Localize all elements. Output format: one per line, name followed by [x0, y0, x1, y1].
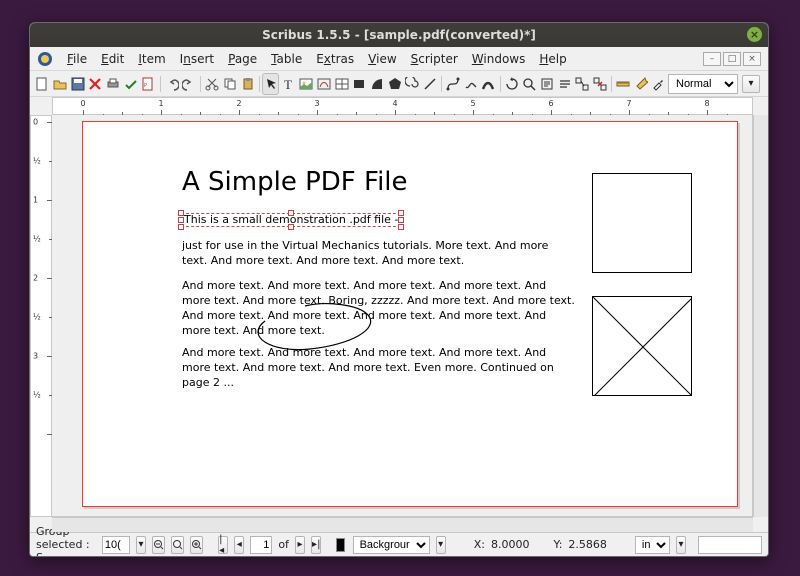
ruler-vertical[interactable]: 0½1½2½3½	[30, 115, 52, 517]
copy-button[interactable]	[222, 73, 239, 95]
polygon-tool[interactable]	[386, 73, 403, 95]
menu-page[interactable]: Page	[222, 49, 263, 69]
app-window: Scribus 1.5.5 - [sample.pdf(converted)*]…	[29, 22, 769, 557]
ruler-horizontal[interactable]: 012345678	[52, 97, 753, 115]
zoom-out-button[interactable]	[152, 536, 165, 554]
menu-file[interactable]: File	[61, 49, 93, 69]
menu-scripter[interactable]: Scripter	[405, 49, 464, 69]
print-button[interactable]	[105, 73, 122, 95]
scrollbar-vertical[interactable]	[753, 115, 768, 517]
window-title: Scribus 1.5.5 - [sample.pdf(converted)*]	[262, 28, 536, 42]
svg-text:T: T	[284, 77, 292, 91]
story-editor-tool[interactable]	[556, 73, 573, 95]
link-frames-tool[interactable]	[574, 73, 591, 95]
canvas[interactable]: A Simple PDF File This is a small demons…	[52, 115, 753, 517]
selected-text-frame[interactable]: This is a small demonstration .pdf file …	[181, 213, 401, 227]
rotate-tool[interactable]	[503, 73, 520, 95]
zoom-in-button[interactable]	[190, 536, 203, 554]
menu-help[interactable]: Help	[533, 49, 572, 69]
view-mode-dropdown[interactable]: ▾	[742, 75, 760, 93]
unit-select[interactable]: in	[635, 536, 670, 554]
open-button[interactable]	[52, 73, 69, 95]
doc-p2[interactable]: just for use in the Virtual Mechanics tu…	[182, 239, 577, 269]
status-y-label: Y:	[553, 538, 562, 551]
statusbar: Group selected : S ▾ |◂ ◂ of ▸ ▸| Backgr…	[30, 532, 768, 556]
doc-p4[interactable]: And more text. And more text. And more t…	[182, 346, 577, 391]
page-next-button[interactable]: ▸	[295, 536, 305, 554]
page[interactable]: A Simple PDF File This is a small demons…	[82, 121, 738, 507]
measure-tool[interactable]	[615, 73, 632, 95]
menubar: File Edit Item Insert Page Table Extras …	[30, 47, 768, 71]
content-area: 012345678 0½1½2½3½ A Simple PDF File Thi…	[30, 97, 768, 532]
view-mode-select[interactable]: Normal	[668, 74, 738, 94]
zoom-tool[interactable]	[521, 73, 538, 95]
menu-insert[interactable]: Insert	[174, 49, 220, 69]
select-tool[interactable]	[262, 73, 279, 95]
menu-extras[interactable]: Extras	[310, 49, 360, 69]
layer-select[interactable]: Backgrour	[353, 536, 430, 554]
mdi-minimize-button[interactable]: –	[703, 52, 721, 66]
page-prev-button[interactable]: ◂	[234, 536, 244, 554]
text-frame-tool[interactable]: T	[280, 73, 297, 95]
page-of-label: of	[278, 538, 289, 551]
cut-button[interactable]	[204, 73, 221, 95]
image-frame-empty[interactable]	[592, 296, 692, 396]
undo-button[interactable]	[163, 73, 180, 95]
shape-rectangle[interactable]	[592, 173, 692, 273]
window-close-button[interactable]: ×	[747, 27, 762, 42]
preflight-button[interactable]	[122, 73, 139, 95]
menu-item[interactable]: Item	[132, 49, 171, 69]
page-current-field[interactable]	[250, 536, 272, 554]
layer-swatch	[336, 538, 344, 552]
freehand-annotation[interactable]	[250, 301, 380, 351]
line-tool[interactable]	[422, 73, 439, 95]
status-x-label: X:	[474, 538, 485, 551]
unlink-frames-tool[interactable]	[592, 73, 609, 95]
export-pdf-button[interactable]: P	[140, 73, 157, 95]
paste-button[interactable]	[239, 73, 256, 95]
close-button[interactable]	[87, 73, 104, 95]
calligraphic-tool[interactable]	[480, 73, 497, 95]
svg-text:P: P	[144, 83, 147, 89]
save-button[interactable]	[69, 73, 86, 95]
shape-tool[interactable]	[351, 73, 368, 95]
render-frame-tool[interactable]	[316, 73, 333, 95]
titlebar: Scribus 1.5.5 - [sample.pdf(converted)*]…	[30, 23, 768, 47]
page-first-button[interactable]: |◂	[218, 536, 228, 554]
redo-button[interactable]	[181, 73, 198, 95]
page-last-button[interactable]: ▸|	[311, 536, 321, 554]
freehand-tool[interactable]	[462, 73, 479, 95]
menu-windows[interactable]: Windows	[466, 49, 532, 69]
image-frame-tool[interactable]	[298, 73, 315, 95]
zoom-reset-button[interactable]	[171, 536, 184, 554]
arc-tool[interactable]	[369, 73, 386, 95]
unit-dropdown[interactable]: ▾	[676, 536, 686, 554]
spiral-tool[interactable]	[404, 73, 421, 95]
status-extra-field[interactable]	[698, 536, 762, 554]
toolbar: P T Normal ▾	[30, 71, 768, 97]
copy-props-tool[interactable]	[632, 73, 649, 95]
doc-title-frame[interactable]: A Simple PDF File	[182, 167, 408, 197]
scrollbar-horizontal[interactable]	[52, 517, 753, 532]
layer-dropdown[interactable]: ▾	[436, 536, 446, 554]
zoom-spinner[interactable]: ▾	[136, 536, 146, 554]
menu-edit[interactable]: Edit	[95, 49, 130, 69]
mdi-close-button[interactable]: ×	[743, 52, 761, 66]
bezier-tool[interactable]	[445, 73, 462, 95]
status-y-value: 2.5868	[568, 538, 607, 551]
menu-table[interactable]: Table	[265, 49, 308, 69]
mdi-maximize-button[interactable]: □	[723, 52, 741, 66]
table-tool[interactable]	[333, 73, 350, 95]
menu-view[interactable]: View	[362, 49, 402, 69]
eyedropper-tool[interactable]	[650, 73, 667, 95]
zoom-field[interactable]	[102, 536, 130, 554]
app-icon	[37, 51, 53, 67]
edit-contents-tool[interactable]	[539, 73, 556, 95]
new-button[interactable]	[34, 73, 51, 95]
status-x-value: 8.0000	[491, 538, 530, 551]
